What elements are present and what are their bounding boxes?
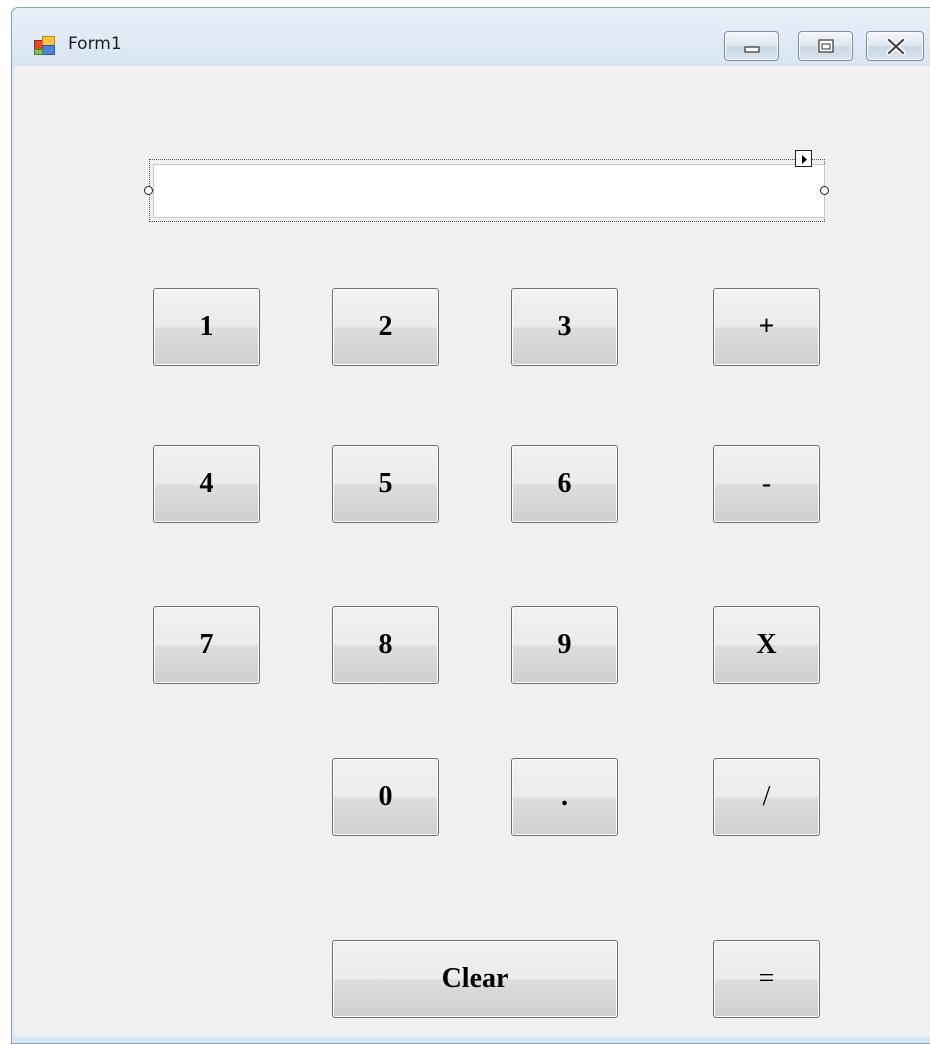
minimize-icon — [744, 46, 760, 53]
button-4[interactable]: 4 — [153, 445, 260, 523]
maximize-button[interactable] — [798, 31, 853, 61]
window-title: Form1 — [68, 34, 122, 54]
close-button[interactable] — [866, 31, 924, 61]
equals-button[interactable]: = — [713, 940, 820, 1018]
title-bar[interactable]: Form1 — [12, 8, 930, 66]
form1-window: Form1 1 2 3 + 4 5 6 - 7 8 9 X 0 . / Clea… — [11, 7, 930, 1044]
clear-button[interactable]: Clear — [332, 940, 618, 1018]
right-resize-handle[interactable] — [820, 186, 829, 195]
multiply-button[interactable]: X — [713, 606, 820, 684]
subtract-button[interactable]: - — [713, 445, 820, 523]
button-0[interactable]: 0 — [332, 758, 439, 836]
divide-button[interactable]: / — [713, 758, 820, 836]
smart-tag-glyph-icon[interactable] — [795, 150, 812, 167]
form-icon — [34, 36, 56, 56]
button-1[interactable]: 1 — [153, 288, 260, 366]
form-client-area: 1 2 3 + 4 5 6 - 7 8 9 X 0 . / Clear = — [14, 66, 930, 1037]
add-button[interactable]: + — [713, 288, 820, 366]
button-3[interactable]: 3 — [511, 288, 618, 366]
button-5[interactable]: 5 — [332, 445, 439, 523]
button-2[interactable]: 2 — [332, 288, 439, 366]
button-9[interactable]: 9 — [511, 606, 618, 684]
maximize-icon — [818, 39, 834, 53]
close-icon — [886, 37, 906, 56]
button-8[interactable]: 8 — [332, 606, 439, 684]
button-6[interactable]: 6 — [511, 445, 618, 523]
minimize-button[interactable] — [724, 31, 779, 61]
display-textbox[interactable] — [153, 164, 825, 218]
decimal-button[interactable]: . — [511, 758, 618, 836]
left-resize-handle[interactable] — [144, 186, 153, 195]
button-7[interactable]: 7 — [153, 606, 260, 684]
